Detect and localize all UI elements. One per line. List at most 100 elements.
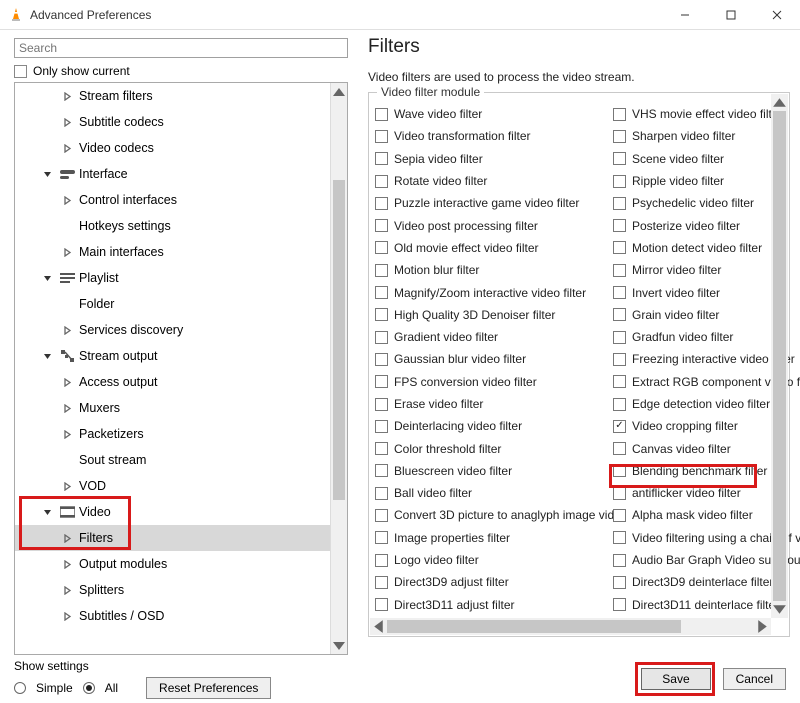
filter-row[interactable]: Motion blur filter: [375, 259, 613, 281]
scroll-down-icon[interactable]: [331, 637, 347, 654]
filter-checkbox[interactable]: [375, 286, 388, 299]
filter-checkbox[interactable]: [375, 197, 388, 210]
scroll-up-icon[interactable]: [771, 94, 788, 111]
tree-item[interactable]: Sout stream: [15, 447, 347, 473]
filter-checkbox[interactable]: [613, 331, 626, 344]
tree-item[interactable]: Splitters: [15, 577, 347, 603]
filter-row[interactable]: Rotate video filter: [375, 170, 613, 192]
filter-checkbox[interactable]: [613, 353, 626, 366]
filter-checkbox[interactable]: [375, 420, 388, 433]
minimize-button[interactable]: [662, 0, 708, 29]
only-show-current-checkbox[interactable]: [14, 65, 27, 78]
filter-row[interactable]: Old movie effect video filter: [375, 237, 613, 259]
filter-row[interactable]: Erase video filter: [375, 393, 613, 415]
filter-row[interactable]: FPS conversion video filter: [375, 371, 613, 393]
scrollbar-thumb[interactable]: [773, 111, 786, 601]
filter-checkbox[interactable]: [613, 531, 626, 544]
filter-checkbox[interactable]: [375, 219, 388, 232]
close-button[interactable]: [754, 0, 800, 29]
tree-item[interactable]: Interface: [15, 161, 347, 187]
filter-checkbox[interactable]: [613, 286, 626, 299]
search-input[interactable]: [14, 38, 348, 58]
filter-row[interactable]: Image properties filter: [375, 527, 613, 549]
scroll-down-icon[interactable]: [771, 601, 788, 618]
filter-checkbox[interactable]: [613, 509, 626, 522]
tree-item[interactable]: Hotkeys settings: [15, 213, 347, 239]
filter-checkbox[interactable]: [613, 308, 626, 321]
filter-checkbox[interactable]: [613, 175, 626, 188]
tree-item[interactable]: Stream filters: [15, 83, 347, 109]
filter-row[interactable]: Video transformation filter: [375, 125, 613, 147]
filter-row[interactable]: Logo video filter: [375, 549, 613, 571]
filter-checkbox[interactable]: [613, 130, 626, 143]
filter-row[interactable]: Wave video filter: [375, 103, 613, 125]
tree-item[interactable]: Muxers: [15, 395, 347, 421]
filter-checkbox[interactable]: [613, 576, 626, 589]
filter-row[interactable]: Gaussian blur video filter: [375, 348, 613, 370]
filter-checkbox[interactable]: [375, 554, 388, 567]
scroll-left-icon[interactable]: [370, 618, 387, 635]
filter-checkbox[interactable]: [613, 420, 626, 433]
filter-row[interactable]: Direct3D11 adjust filter: [375, 594, 613, 616]
tree-item[interactable]: Output modules: [15, 551, 347, 577]
filter-checkbox[interactable]: [613, 398, 626, 411]
scroll-up-icon[interactable]: [331, 83, 347, 100]
tree-item[interactable]: Subtitles / OSD: [15, 603, 347, 629]
filter-checkbox[interactable]: [375, 509, 388, 522]
tree-item[interactable]: Stream output: [15, 343, 347, 369]
filter-checkbox[interactable]: [375, 375, 388, 388]
filter-checkbox[interactable]: [613, 442, 626, 455]
radio-simple[interactable]: [14, 682, 26, 694]
filters-scrollbar-vertical[interactable]: [771, 94, 788, 618]
maximize-button[interactable]: [708, 0, 754, 29]
tree-item[interactable]: Services discovery: [15, 317, 347, 343]
filter-checkbox[interactable]: [613, 554, 626, 567]
filter-checkbox[interactable]: [375, 598, 388, 611]
filter-checkbox[interactable]: [613, 598, 626, 611]
filter-checkbox[interactable]: [613, 464, 626, 477]
filter-checkbox[interactable]: [613, 219, 626, 232]
filter-checkbox[interactable]: [375, 152, 388, 165]
filter-checkbox[interactable]: [613, 108, 626, 121]
tree-item[interactable]: Packetizers: [15, 421, 347, 447]
filter-row[interactable]: High Quality 3D Denoiser filter: [375, 304, 613, 326]
filter-row[interactable]: Deinterlacing video filter: [375, 415, 613, 437]
filter-checkbox[interactable]: [375, 442, 388, 455]
filter-row[interactable]: Convert 3D picture to anaglyph image vid…: [375, 504, 613, 526]
tree-item[interactable]: Video codecs: [15, 135, 347, 161]
reset-preferences-button[interactable]: Reset Preferences: [146, 677, 271, 699]
filter-checkbox[interactable]: [613, 264, 626, 277]
cancel-button[interactable]: Cancel: [723, 668, 786, 690]
filter-checkbox[interactable]: [375, 175, 388, 188]
save-button[interactable]: Save: [641, 668, 710, 690]
filters-scrollbar-horizontal[interactable]: [370, 618, 771, 635]
tree-item[interactable]: Playlist: [15, 265, 347, 291]
filter-checkbox[interactable]: [375, 264, 388, 277]
scrollbar-thumb[interactable]: [333, 180, 345, 500]
tree-item[interactable]: Folder: [15, 291, 347, 317]
filter-row[interactable]: Direct3D9 adjust filter: [375, 571, 613, 593]
filter-checkbox[interactable]: [375, 241, 388, 254]
scrollbar-thumb[interactable]: [387, 620, 681, 633]
tree-item[interactable]: Video: [15, 499, 347, 525]
filter-row[interactable]: Bluescreen video filter: [375, 460, 613, 482]
filter-row[interactable]: Gradient video filter: [375, 326, 613, 348]
tree-item[interactable]: Filters: [15, 525, 347, 551]
scroll-right-icon[interactable]: [754, 618, 771, 635]
tree-scrollbar-vertical[interactable]: [330, 83, 347, 654]
filter-checkbox[interactable]: [613, 375, 626, 388]
filter-checkbox[interactable]: [375, 487, 388, 500]
filter-row[interactable]: Sepia video filter: [375, 148, 613, 170]
filter-checkbox[interactable]: [375, 331, 388, 344]
filter-checkbox[interactable]: [613, 197, 626, 210]
tree-item[interactable]: Subtitle codecs: [15, 109, 347, 135]
filter-checkbox[interactable]: [613, 152, 626, 165]
tree-item[interactable]: Access output: [15, 369, 347, 395]
filter-row[interactable]: Puzzle interactive game video filter: [375, 192, 613, 214]
tree-item[interactable]: Control interfaces: [15, 187, 347, 213]
filter-row[interactable]: Video post processing filter: [375, 214, 613, 236]
filter-checkbox[interactable]: [613, 487, 626, 500]
filter-checkbox[interactable]: [375, 576, 388, 589]
filter-row[interactable]: Ball video filter: [375, 482, 613, 504]
tree-item[interactable]: VOD: [15, 473, 347, 499]
